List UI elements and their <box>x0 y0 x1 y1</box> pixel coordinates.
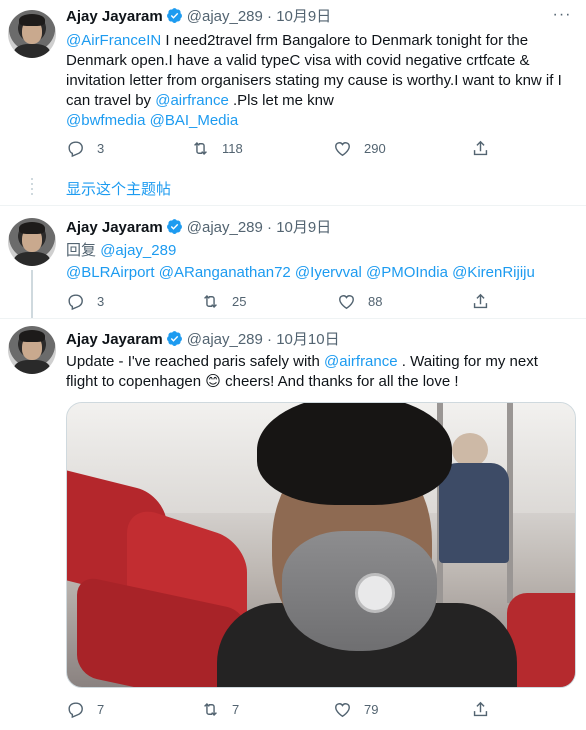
reply-context: 回复 @ajay_289 <box>66 241 571 261</box>
mention-link[interactable]: @AirFranceIN <box>66 32 161 49</box>
tweet-text-segment: .Pls let me knw <box>228 92 334 109</box>
show-thread-link[interactable]: 显示这个主题帖 <box>66 178 171 199</box>
reply-button[interactable]: 3 <box>66 138 104 158</box>
tweet-actions: 3 25 88 <box>66 291 496 311</box>
background-traveler <box>439 463 509 563</box>
retweet-button[interactable]: 25 <box>201 291 246 311</box>
tweet-text: @AirFranceIN I need2travel frm Bangalore… <box>66 31 571 131</box>
like-button[interactable]: 88 <box>337 291 382 311</box>
reply-icon <box>68 140 83 157</box>
tweet-text: @BLRAirport @ARanganathan72 @Iyervval @P… <box>66 263 571 283</box>
tweet-photo[interactable] <box>66 402 576 688</box>
handle[interactable]: @ajay_289 <box>187 8 263 25</box>
retweet-icon <box>204 294 217 308</box>
tweet-2[interactable]: Ajay Jayaram @ajay_289 · 10月9日 回复 @ajay_2… <box>0 206 586 318</box>
tweet-actions: 3 118 290 <box>66 138 496 158</box>
tweet-text-segment: cheers! And thanks for all the love ! <box>220 373 459 390</box>
share-button[interactable] <box>471 699 490 719</box>
divider <box>0 318 586 319</box>
reply-button[interactable]: 7 <box>66 699 104 719</box>
reply-button[interactable]: 3 <box>66 291 104 311</box>
tweet-header: Ajay Jayaram @ajay_289 · 10月9日 <box>66 218 331 238</box>
like-icon <box>339 294 354 309</box>
like-icon <box>335 702 350 717</box>
reply-label: 回复 <box>66 242 97 259</box>
retweet-icon <box>204 702 217 716</box>
separator-dot: · <box>262 219 277 236</box>
avatar[interactable] <box>8 218 56 266</box>
timestamp[interactable]: 10月9日 <box>276 8 331 25</box>
handle[interactable]: @ajay_289 <box>187 331 263 348</box>
background-traveler <box>452 433 488 467</box>
reply-count: 3 <box>97 293 105 309</box>
more-icon[interactable]: ··· <box>552 7 572 28</box>
airport-seat <box>507 593 575 687</box>
thread-line <box>31 270 33 318</box>
mention-link[interactable]: @airfrance <box>324 353 398 370</box>
tweet-text-segment: Update - I've reached paris safely with <box>66 353 324 370</box>
like-count: 79 <box>364 701 379 717</box>
share-button[interactable] <box>471 138 490 158</box>
separator-dot: · <box>262 331 277 348</box>
display-name[interactable]: Ajay Jayaram <box>66 331 163 348</box>
verified-icon <box>166 219 182 234</box>
display-name[interactable]: Ajay Jayaram <box>66 8 163 25</box>
mask-valve <box>355 573 395 613</box>
like-icon <box>335 141 350 156</box>
share-button[interactable] <box>471 291 490 311</box>
retweet-count: 25 <box>232 293 247 309</box>
like-count: 290 <box>364 140 386 156</box>
person-hair <box>257 403 452 505</box>
reply-count: 7 <box>97 701 105 717</box>
tweet-actions: 7 7 79 <box>66 699 496 719</box>
verified-icon <box>166 8 182 23</box>
mentions-line[interactable]: @bwfmedia @BAI_Media <box>66 112 238 129</box>
like-count: 88 <box>368 293 383 309</box>
thread-dots <box>31 178 33 198</box>
retweet-button[interactable]: 118 <box>191 138 243 158</box>
tweet-3[interactable]: Ajay Jayaram @ajay_289 · 10月10日 Update - … <box>0 318 586 730</box>
tweet-header: Ajay Jayaram @ajay_289 · 10月9日 <box>66 7 331 27</box>
reply-icon <box>68 293 83 310</box>
handle[interactable]: @ajay_289 <box>187 219 263 236</box>
reply-icon <box>68 701 83 718</box>
reply-to-link[interactable]: @ajay_289 <box>100 242 176 259</box>
share-icon <box>473 140 488 155</box>
share-icon <box>473 701 488 716</box>
mention-link[interactable]: @airfrance <box>155 92 229 109</box>
retweet-button[interactable]: 7 <box>201 699 239 719</box>
verified-icon <box>166 331 182 346</box>
reply-count: 3 <box>97 140 105 156</box>
retweet-count: 118 <box>222 140 243 156</box>
display-name[interactable]: Ajay Jayaram <box>66 219 163 236</box>
separator-dot: · <box>262 8 277 25</box>
retweet-count: 7 <box>232 701 240 717</box>
like-button[interactable]: 290 <box>333 138 386 158</box>
smile-emoji: 😊 <box>205 373 221 390</box>
tweet-header: Ajay Jayaram @ajay_289 · 10月10日 <box>66 330 340 350</box>
tweet-text: Update - I've reached paris safely with … <box>66 352 571 392</box>
like-button[interactable]: 79 <box>333 699 378 719</box>
mentions-line[interactable]: @BLRAirport @ARanganathan72 @Iyervval @P… <box>66 264 535 281</box>
share-icon <box>473 293 488 308</box>
avatar[interactable] <box>8 326 56 374</box>
tweet-1[interactable]: Ajay Jayaram @ajay_289 · 10月9日 ··· @AirFr… <box>0 0 586 170</box>
timestamp[interactable]: 10月10日 <box>276 331 339 348</box>
timestamp[interactable]: 10月9日 <box>276 219 331 236</box>
retweet-icon <box>194 141 207 155</box>
avatar[interactable] <box>8 10 56 58</box>
